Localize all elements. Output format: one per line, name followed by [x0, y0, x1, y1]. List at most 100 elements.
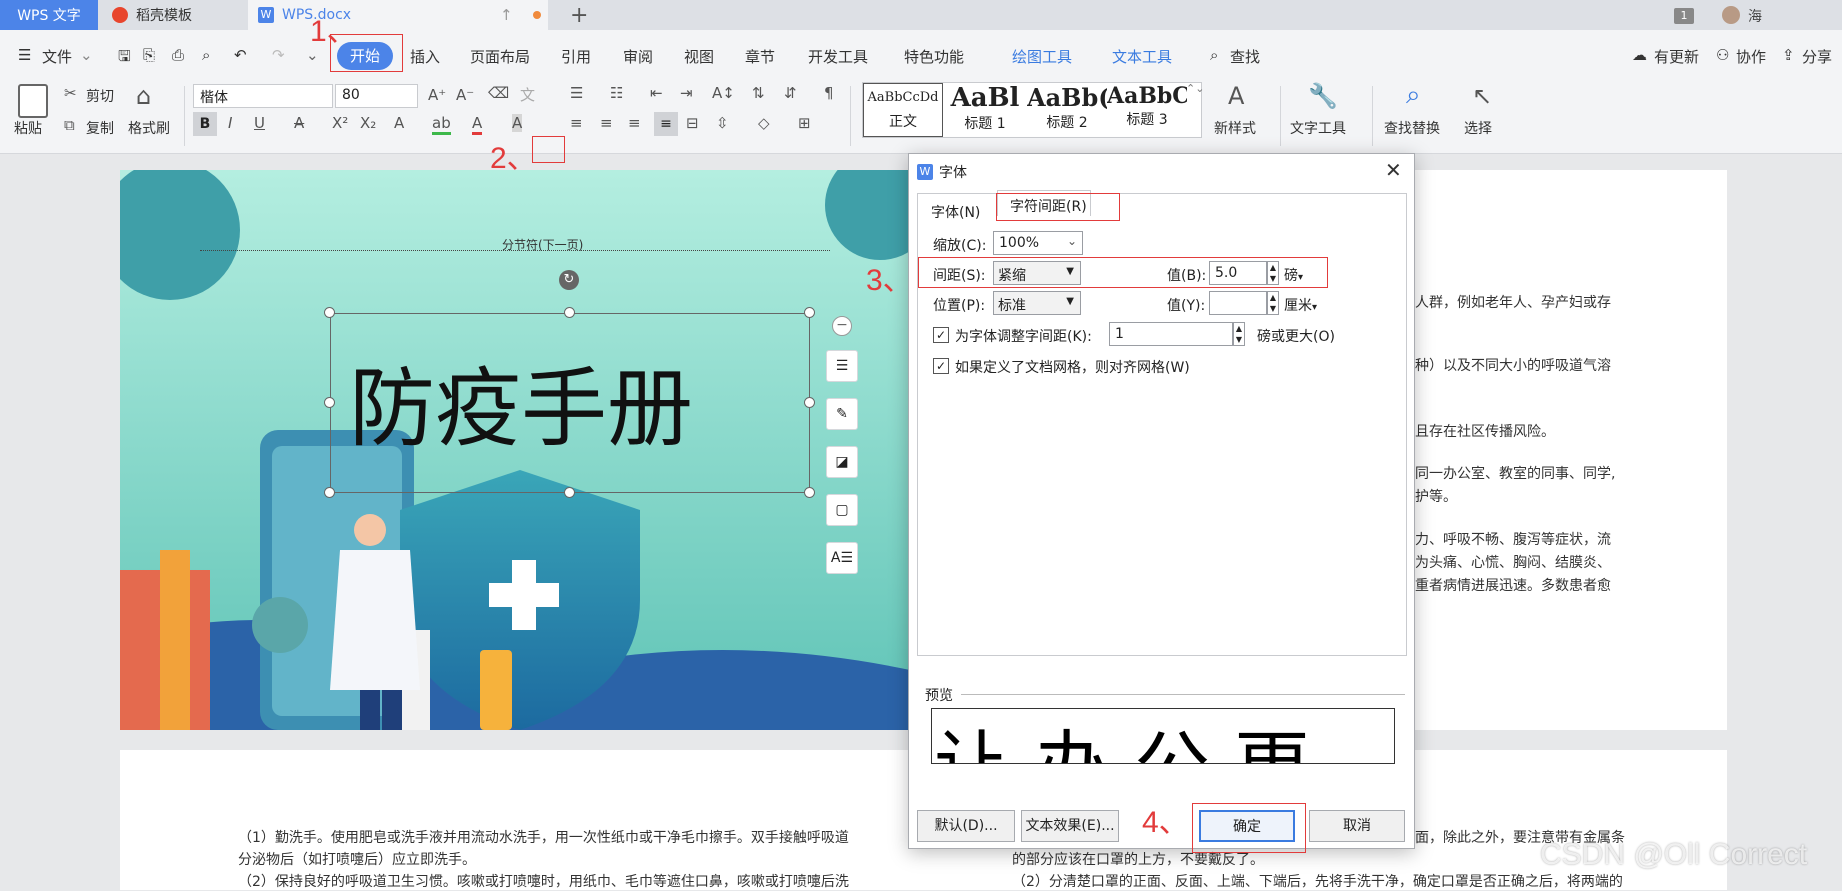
superscript-button[interactable]: X² [332, 114, 348, 132]
line-spacing-icon[interactable]: ⇵ [784, 84, 797, 102]
tab-document[interactable]: W WPS.docx ↑ [248, 0, 548, 30]
style-normal[interactable]: AaBbCcDd 正文 [863, 83, 943, 137]
kerning-checkbox[interactable]: ✓ [933, 327, 949, 343]
print-preview-icon[interactable]: ⌕ [202, 46, 210, 64]
tab-wps-writer[interactable]: WPS 文字 [0, 0, 98, 30]
shading-icon[interactable]: ◇ [758, 114, 770, 132]
tab-references[interactable]: 引用 [561, 46, 591, 67]
print-icon[interactable]: ⎙ [172, 46, 184, 64]
tab-view[interactable]: 视图 [684, 46, 714, 67]
resize-handle[interactable] [804, 487, 815, 498]
default-button[interactable]: 默认(D)... [917, 810, 1015, 842]
resize-handle[interactable] [564, 307, 575, 318]
font-color-button[interactable]: A [472, 114, 483, 135]
text-tools-button[interactable]: 文字工具 [1290, 118, 1346, 138]
show-marks-icon[interactable]: ¶ [824, 84, 834, 102]
numbered-list-icon[interactable]: ☷ [610, 84, 623, 102]
new-style-button[interactable]: 新样式 [1214, 118, 1256, 138]
clear-format-icon[interactable]: ⌫ [488, 84, 509, 102]
align-center-icon[interactable]: ≡ [600, 114, 613, 132]
increase-indent-icon[interactable]: ⇥ [680, 84, 693, 102]
save-icon[interactable]: 🖫 [118, 46, 131, 71]
text-direction-icon[interactable]: A↕ [712, 84, 735, 102]
cut-button[interactable]: 剪切 [86, 86, 114, 106]
paste-button[interactable]: 粘贴 [14, 118, 42, 138]
bold-button[interactable]: B [193, 112, 217, 136]
update-link[interactable]: 有更新 [1654, 46, 1699, 67]
export-icon[interactable]: ⎘ [143, 46, 155, 64]
kerning-input[interactable]: 1 [1109, 322, 1233, 346]
resize-handle[interactable] [564, 487, 575, 498]
shape-style-icon[interactable]: ✎ [826, 398, 858, 430]
window-count-badge[interactable]: 1 [1674, 8, 1694, 24]
shrink-font-icon[interactable]: A⁻ [456, 86, 474, 104]
resize-handle[interactable] [804, 307, 815, 318]
format-painter-button[interactable]: 格式刷 [128, 118, 170, 138]
text-effects-button[interactable]: 文本效果(E)... [1021, 810, 1119, 842]
cancel-button[interactable]: 取消 [1309, 810, 1405, 842]
underline-button[interactable]: U [254, 114, 265, 132]
style-heading3[interactable]: AaBbC 标题 3 [1107, 83, 1187, 137]
redo-icon[interactable]: ↷ [272, 46, 285, 64]
avatar[interactable] [1722, 6, 1740, 24]
tab-chapter[interactable]: 章节 [745, 46, 775, 67]
text-effect-button[interactable]: A [394, 114, 404, 132]
distribute-icon[interactable]: ⊟ [686, 114, 699, 132]
menu-icon[interactable]: ☰ [18, 46, 31, 64]
style-heading2[interactable]: AaBb( 标题 2 [1027, 83, 1107, 137]
tab-find[interactable]: 查找 [1230, 46, 1260, 67]
sort-icon[interactable]: ⇅ [752, 84, 765, 102]
tab-insert[interactable]: 插入 [410, 46, 440, 67]
decrease-indent-icon[interactable]: ⇤ [650, 84, 663, 102]
align-right-icon[interactable]: ≡ [628, 114, 641, 132]
outline-icon[interactable]: ▢ [826, 494, 858, 526]
title-textbox[interactable]: 防疫手册 [330, 313, 810, 493]
resize-handle[interactable] [324, 307, 335, 318]
tab-review[interactable]: 审阅 [623, 46, 653, 67]
collapse-icon[interactable]: − [832, 316, 852, 336]
style-heading1[interactable]: AaBl 标题 1 [945, 83, 1025, 137]
paragraph-spacing-icon[interactable]: ⇳ [716, 114, 729, 132]
phonetic-icon[interactable]: 文 [520, 84, 535, 105]
resize-handle[interactable] [804, 397, 815, 408]
font-name-select[interactable]: 楷体 [193, 84, 333, 108]
strikethrough-button[interactable]: A [294, 114, 304, 132]
search-icon[interactable]: ⌕ [1210, 46, 1218, 64]
tab-text-tools[interactable]: 文本工具 [1112, 46, 1172, 67]
bullet-list-icon[interactable]: ☰ [570, 84, 583, 102]
resize-handle[interactable] [324, 397, 335, 408]
close-icon[interactable]: ✕ [1385, 158, 1402, 182]
menu-file[interactable]: 文件 [42, 46, 72, 67]
value-y-unit[interactable]: 厘米▾ [1284, 295, 1317, 315]
text-wrap-icon[interactable]: A☰ [826, 542, 858, 574]
share-button[interactable]: 分享 [1802, 46, 1832, 67]
char-shading-button[interactable]: A [512, 114, 523, 132]
font-size-select[interactable]: 80 [335, 84, 418, 108]
value-y-input[interactable] [1209, 291, 1267, 315]
tab-drawing-tools[interactable]: 绘图工具 [1012, 46, 1072, 67]
italic-button[interactable]: I [228, 114, 232, 132]
subscript-button[interactable]: X₂ [360, 114, 376, 132]
layout-options-icon[interactable]: ☰ [826, 350, 858, 382]
tab-template[interactable]: 稻壳模板 [98, 0, 248, 30]
tab-developer[interactable]: 开发工具 [808, 46, 868, 67]
find-replace-button[interactable]: 查找替换 [1384, 118, 1440, 138]
justify-icon[interactable]: ≡ [654, 112, 678, 136]
tab-special[interactable]: 特色功能 [904, 46, 964, 67]
chevron-down-icon[interactable]: ⌄ [80, 46, 93, 64]
kerning-spinner[interactable]: ▲ ▼ [1233, 322, 1245, 346]
copy-button[interactable]: 复制 [86, 118, 114, 138]
tab-font[interactable]: 字体(N) [931, 202, 980, 222]
snap-grid-checkbox[interactable]: ✓ [933, 358, 949, 374]
tab-page-layout[interactable]: 页面布局 [470, 46, 530, 67]
align-left-icon[interactable]: ≡ [570, 114, 583, 132]
upload-icon[interactable]: ↑ [500, 6, 513, 24]
highlight-button[interactable]: ab [432, 114, 451, 135]
borders-icon[interactable]: ⊞ [798, 114, 811, 132]
rotate-handle-icon[interactable]: ↻ [559, 270, 579, 290]
position-select[interactable]: 标准 ▼ [993, 291, 1081, 315]
grow-font-icon[interactable]: A⁺ [428, 86, 446, 104]
undo-icon[interactable]: ↶ [234, 46, 247, 64]
paste-icon[interactable] [18, 84, 48, 118]
resize-handle[interactable] [324, 487, 335, 498]
